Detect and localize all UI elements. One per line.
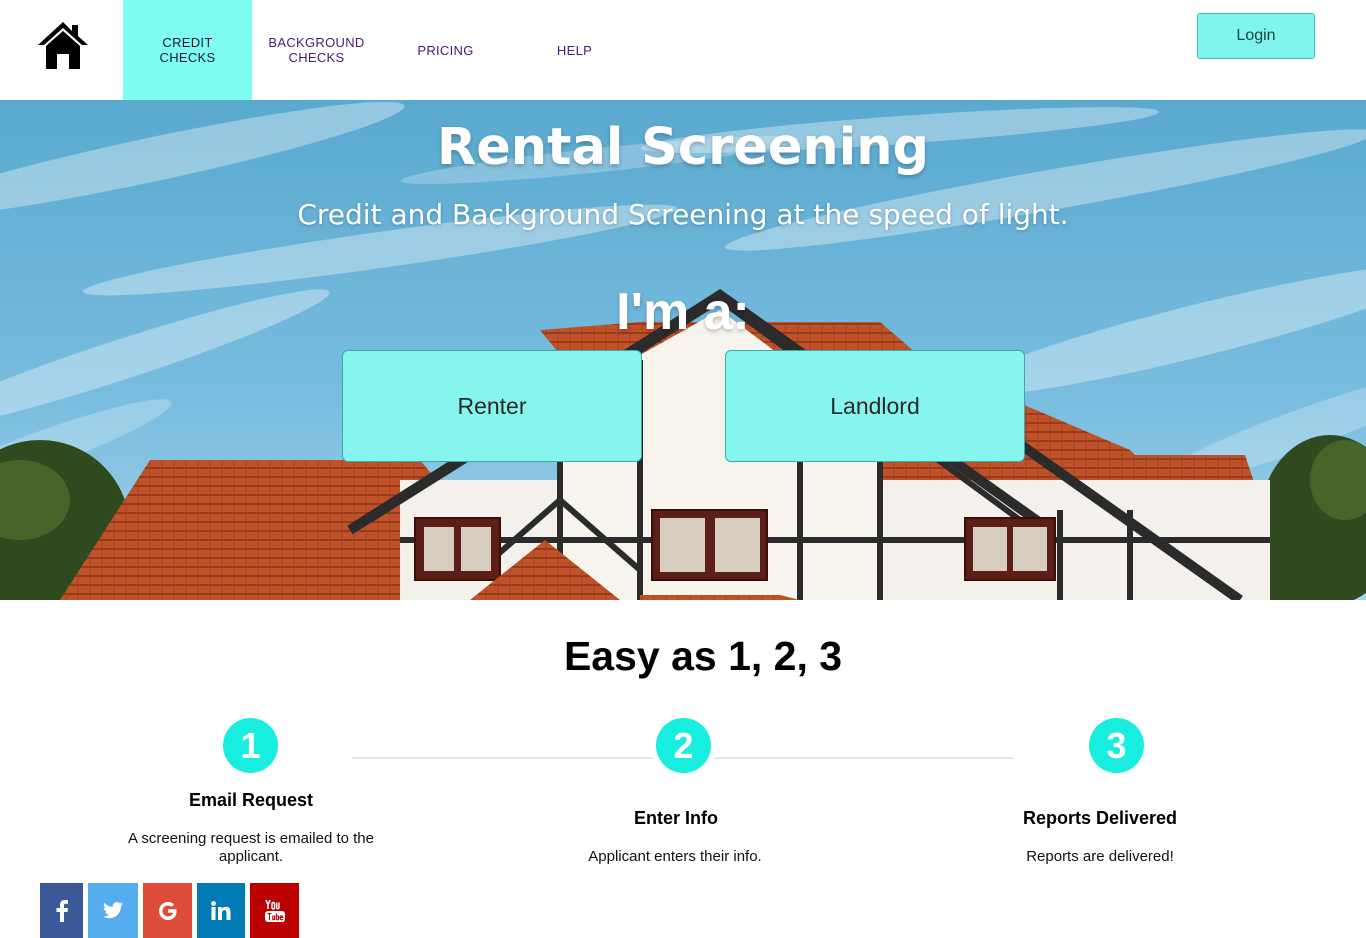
nav-pricing[interactable]: PRICING bbox=[381, 0, 510, 100]
nav-credit-checks-label: CREDIT CHECKS bbox=[159, 35, 216, 65]
linkedin-button[interactable] bbox=[197, 883, 245, 938]
step-1-title: Email Request bbox=[188, 790, 314, 810]
step-1-badge: 1 bbox=[223, 718, 278, 773]
step-3-description: Reports are delivered! bbox=[1026, 848, 1174, 865]
youtube-icon bbox=[264, 899, 285, 922]
step-2-description: Applicant enters their info. bbox=[588, 848, 762, 865]
top-navigation: CREDIT CHECKS BACKGROUND CHECKS PRICING … bbox=[0, 0, 1366, 100]
login-button[interactable]: Login bbox=[1197, 13, 1315, 59]
steps-heading: Easy as 1, 2, 3 bbox=[563, 633, 843, 679]
facebook-button[interactable] bbox=[40, 883, 83, 938]
step-connector bbox=[714, 757, 1014, 759]
twitter-button[interactable] bbox=[88, 883, 138, 938]
twitter-icon bbox=[103, 902, 123, 919]
google-plus-icon bbox=[158, 901, 177, 920]
nav-background-checks-label: BACKGROUND CHECKS bbox=[268, 35, 365, 65]
nav-help-label: HELP bbox=[556, 42, 593, 58]
hero-subtitle: Credit and Background Screening at the s… bbox=[297, 198, 1069, 231]
step-3-badge: 3 bbox=[1089, 718, 1144, 773]
step-2-title: Enter Info bbox=[634, 808, 718, 828]
nav-help[interactable]: HELP bbox=[510, 0, 639, 100]
renter-button[interactable]: Renter bbox=[342, 350, 642, 462]
google-plus-button[interactable] bbox=[143, 883, 192, 938]
facebook-icon bbox=[56, 899, 68, 922]
nav-background-checks[interactable]: BACKGROUND CHECKS bbox=[252, 0, 381, 100]
hero-banner: Rental Screening Credit and Background S… bbox=[0, 100, 1366, 600]
hero-title: Rental Screening bbox=[436, 118, 930, 177]
role-prompt: I'm a: bbox=[616, 283, 750, 341]
home-icon[interactable] bbox=[36, 18, 90, 72]
step-connector bbox=[352, 757, 654, 759]
step-2-badge: 2 bbox=[656, 718, 711, 773]
step-1-description: A screening request is emailed to the ap… bbox=[128, 830, 374, 865]
nav-credit-checks[interactable]: CREDIT CHECKS bbox=[123, 0, 252, 100]
youtube-button[interactable] bbox=[250, 883, 299, 938]
landlord-button[interactable]: Landlord bbox=[725, 350, 1025, 462]
linkedin-icon bbox=[211, 901, 231, 920]
nav-pricing-label: PRICING bbox=[417, 42, 474, 58]
step-3-title: Reports Delivered bbox=[1022, 808, 1178, 828]
